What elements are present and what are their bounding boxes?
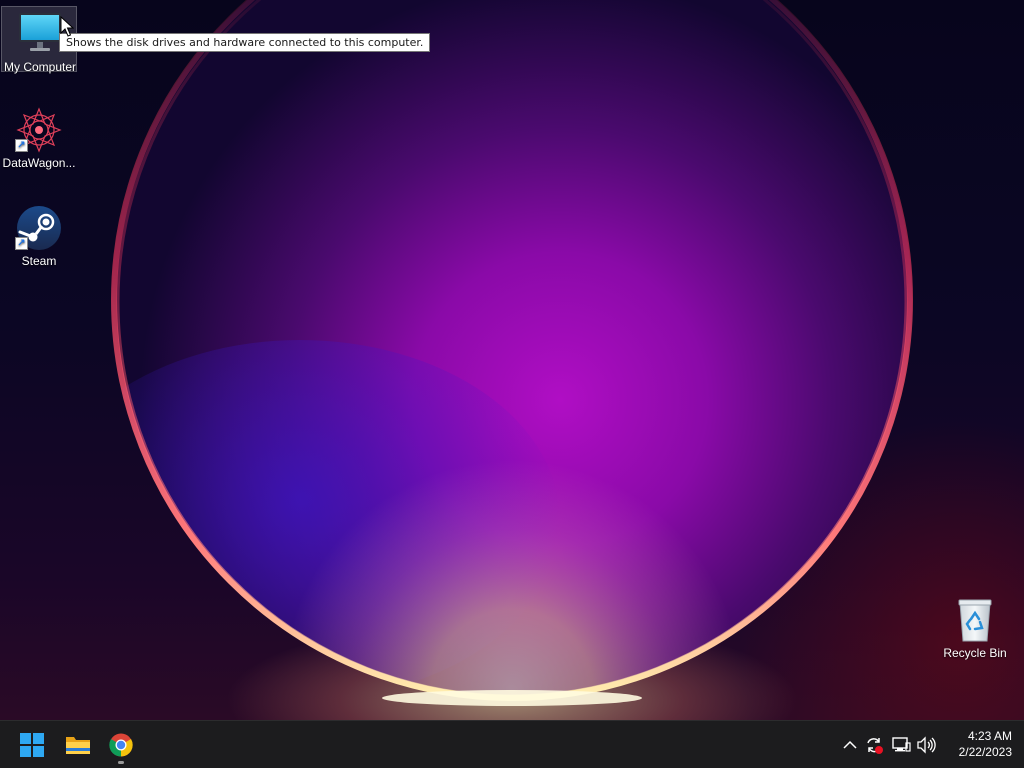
shortcut-arrow-icon: ↗ <box>15 237 28 250</box>
desktop[interactable]: My Computer Shows the disk drives and ha… <box>0 0 1024 720</box>
wallpaper-bloom <box>111 0 913 706</box>
mouse-cursor-icon <box>60 16 74 37</box>
chrome-button[interactable] <box>101 725 141 765</box>
windows-start-icon <box>20 733 44 757</box>
file-explorer-button[interactable] <box>57 725 97 765</box>
volume-icon <box>917 736 936 754</box>
desktop-icon-datawagon[interactable]: ↗ DataWagon... <box>1 103 77 170</box>
tray-overflow-button[interactable] <box>838 733 862 757</box>
monitor-icon <box>19 13 61 51</box>
sync-alert-icon <box>867 738 883 754</box>
chrome-icon <box>109 733 133 757</box>
network-icon <box>892 737 911 752</box>
tray-sync-button[interactable] <box>862 733 886 757</box>
running-indicator <box>118 761 124 764</box>
recycle-bin-icon <box>958 599 992 642</box>
desktop-icon-label: My Computer <box>3 60 77 74</box>
clock-time: 4:23 AM <box>967 729 1012 743</box>
desktop-icon-label: Steam <box>21 254 57 268</box>
desktop-icon-steam[interactable]: ↗ Steam <box>1 201 77 268</box>
desktop-icon-label: Recycle Bin <box>943 646 1007 660</box>
start-button[interactable] <box>12 725 52 765</box>
tray-network-button[interactable] <box>889 733 913 757</box>
folder-icon <box>66 737 90 754</box>
desktop-icon-label: DataWagon... <box>2 156 76 170</box>
desktop-icon-recycle-bin[interactable]: Recycle Bin <box>937 593 1013 660</box>
chevron-up-icon <box>843 740 857 749</box>
taskbar: 4:23 AM 2/22/2023 <box>0 720 1024 768</box>
tooltip: Shows the disk drives and hardware conne… <box>59 33 431 52</box>
shortcut-arrow-icon: ↗ <box>15 139 28 152</box>
clock-button[interactable]: 4:23 AM 2/22/2023 <box>940 728 1012 760</box>
clock-date: 2/22/2023 <box>958 745 1012 759</box>
tray-volume-button[interactable] <box>914 733 938 757</box>
